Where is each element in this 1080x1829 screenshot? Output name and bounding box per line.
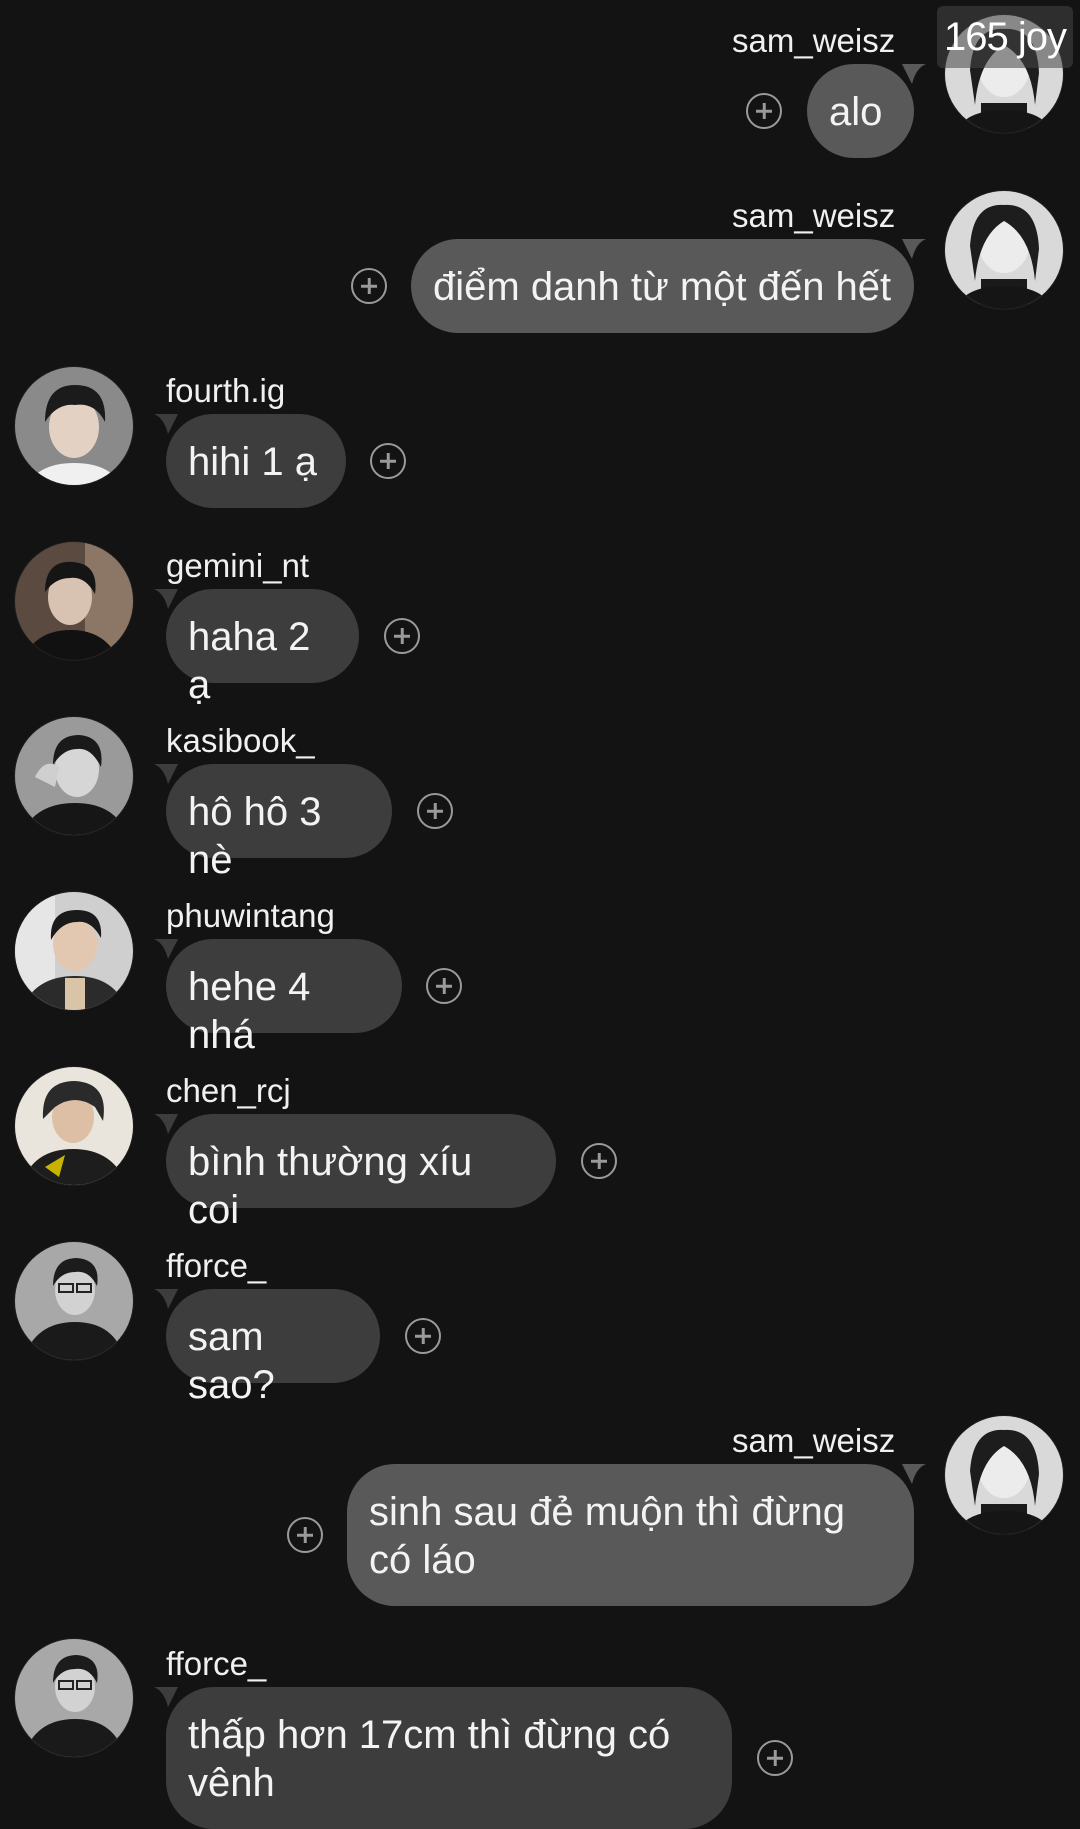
message-bubble[interactable]: bình thường xíu coi (166, 1114, 556, 1232)
message-bubble[interactable]: haha 2 ạ (166, 589, 359, 707)
avatar[interactable] (15, 1639, 133, 1757)
username: sam_weisz (732, 22, 896, 59)
message-bubble[interactable]: alo (807, 64, 914, 158)
message-bubble[interactable]: điểm danh từ một đến hết (411, 239, 914, 333)
message-row: gemini_nt haha 2 ạ (0, 525, 1080, 707)
username: sam_weisz (732, 197, 896, 234)
username: kasibook_ (166, 722, 315, 759)
username: fourth.ig (166, 372, 286, 409)
bubble-tail (154, 1114, 178, 1134)
message-row: fourth.ig hihi 1 ạ (0, 350, 1080, 520)
message-row: sam_weisz điểm danh từ một đến hết (0, 175, 1080, 345)
add-reaction-icon[interactable] (426, 968, 462, 1004)
username: phuwintang (166, 897, 335, 934)
avatar[interactable] (945, 191, 1063, 309)
bubble-tail (154, 1289, 178, 1309)
overlay-tag: 165 joy (937, 6, 1073, 68)
add-reaction-icon[interactable] (405, 1318, 441, 1354)
bubble-tail (154, 1687, 178, 1707)
add-reaction-icon[interactable] (351, 268, 387, 304)
message-row: chen_rcj bình thường xíu coi (0, 1050, 1080, 1232)
avatar[interactable] (945, 1416, 1063, 1534)
bubble-tail (154, 414, 178, 434)
bubble-tail (154, 764, 178, 784)
message-bubble[interactable]: sinh sau đẻ muộn thì đừng có láo (347, 1464, 914, 1606)
message-bubble[interactable]: sam sao? (166, 1289, 380, 1407)
avatar[interactable] (15, 717, 133, 835)
message-row: sam_weisz alo (0, 0, 1080, 170)
add-reaction-icon[interactable] (384, 618, 420, 654)
bubble-tail (902, 1464, 926, 1484)
message-row: sam_weisz sinh sau đẻ muộn thì đừng có l… (0, 1400, 1080, 1610)
add-reaction-icon[interactable] (287, 1517, 323, 1553)
message-row: fforce_ sam sao? (0, 1225, 1080, 1407)
avatar[interactable] (15, 892, 133, 1010)
bubble-tail (154, 589, 178, 609)
avatar[interactable] (15, 1067, 133, 1185)
message-row: kasibook_ hô hô 3 nè (0, 700, 1080, 882)
avatar[interactable] (15, 1242, 133, 1360)
chat-thread: sam_weisz alo 165 joy sam_weisz điểm dan… (0, 0, 1080, 1829)
username: sam_weisz (732, 1422, 896, 1459)
username: fforce_ (166, 1247, 267, 1284)
message-bubble[interactable]: thấp hơn 17cm thì đừng có vênh (166, 1687, 732, 1829)
message-bubble[interactable]: hehe 4 nhá (166, 939, 402, 1057)
username: chen_rcj (166, 1072, 291, 1109)
bubble-tail (902, 64, 926, 84)
add-reaction-icon[interactable] (746, 93, 782, 129)
message-row: phuwintang hehe 4 nhá (0, 875, 1080, 1057)
username: gemini_nt (166, 547, 310, 584)
message-bubble[interactable]: hô hô 3 nè (166, 764, 392, 882)
add-reaction-icon[interactable] (757, 1740, 793, 1776)
message-bubble[interactable]: hihi 1 ạ (166, 414, 346, 508)
username: fforce_ (166, 1645, 267, 1682)
message-row: fforce_ thấp hơn 17cm thì đừng có vênh (0, 1623, 1080, 1829)
avatar[interactable] (15, 542, 133, 660)
bubble-tail (902, 239, 926, 259)
add-reaction-icon[interactable] (370, 443, 406, 479)
bubble-tail (154, 939, 178, 959)
add-reaction-icon[interactable] (417, 793, 453, 829)
avatar[interactable] (15, 367, 133, 485)
add-reaction-icon[interactable] (581, 1143, 617, 1179)
